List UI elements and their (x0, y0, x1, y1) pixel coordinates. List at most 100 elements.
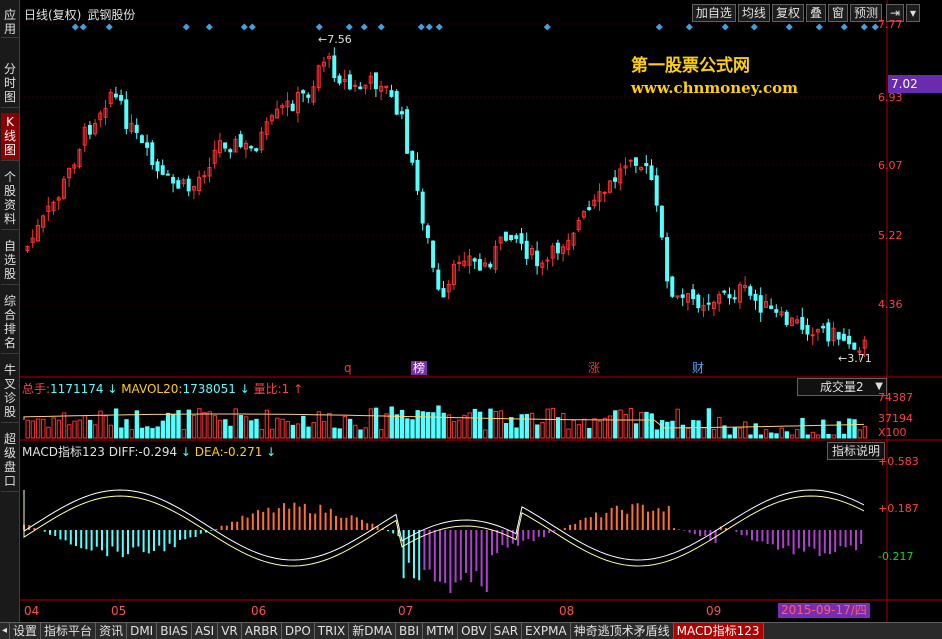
event-diamond-icon (750, 23, 758, 31)
volume-bar (561, 412, 566, 439)
volume-bar (763, 429, 769, 439)
volume-bar (493, 410, 498, 439)
event-diamond-icon (860, 23, 868, 31)
moving-average-button[interactable]: 均线 (737, 4, 770, 22)
volume-bar (847, 418, 852, 439)
tab-vr[interactable]: VR (218, 623, 242, 639)
macd-axis-label: -0.217 (878, 550, 914, 563)
candle-body (488, 263, 493, 268)
volume-total-label: 总手: (22, 382, 51, 396)
candle-body (155, 161, 160, 172)
candle-body (134, 124, 139, 133)
event-marker[interactable]: 涨 (586, 361, 602, 375)
volume-bar (108, 424, 114, 439)
volume-bar (784, 431, 790, 439)
tab-news[interactable]: 资讯 (96, 623, 128, 639)
sidebar-item-watchlist[interactable]: 自选股 (1, 237, 19, 285)
volume-bar (831, 434, 836, 439)
sidebar-item-kline[interactable]: K线图 (1, 113, 19, 161)
tab-sar[interactable]: SAR (491, 623, 523, 639)
sidebar-item-ranking[interactable]: 综合排名 (1, 292, 19, 354)
tab-dpo[interactable]: DPO (282, 623, 315, 639)
sidebar-item-stock-info[interactable]: 个股资料 (1, 168, 19, 230)
event-diamond-icon (71, 23, 79, 31)
volume-bar (607, 415, 613, 439)
volume-bar (743, 421, 748, 439)
adjust-rights-button[interactable]: 复权 (771, 4, 804, 22)
tab-trix[interactable]: TRIX (315, 623, 350, 639)
tab-macd123[interactable]: MACD指标123 (673, 623, 764, 639)
window-button[interactable]: 窗 (827, 4, 848, 22)
sidebar-item-apps[interactable]: 应用 (1, 6, 19, 38)
tab-expma[interactable]: EXPMA (522, 623, 571, 639)
volume-bar (753, 423, 758, 439)
volume-bar (269, 428, 275, 439)
candle-body (176, 180, 181, 189)
tab-obv[interactable]: OBV (458, 623, 491, 639)
volume-bar (727, 434, 732, 439)
volume-bar (737, 427, 743, 439)
volume-bar (436, 405, 441, 439)
indicator-description-button[interactable]: 指标说明 (827, 442, 886, 460)
candle-body (602, 191, 607, 194)
candle-body (628, 159, 633, 162)
volume-bar (238, 415, 244, 439)
overlay-button[interactable]: 叠 (805, 4, 826, 22)
candle-body (306, 94, 311, 98)
volume-indicator-select[interactable]: 成交量2 ▼ (797, 378, 887, 396)
candle-body (649, 165, 654, 180)
event-marker[interactable]: 财 (690, 361, 706, 375)
candle-body (587, 207, 592, 211)
candle-body (145, 142, 150, 148)
sidebar-item-intraday[interactable]: 分时图 (1, 60, 19, 108)
event-marker[interactable]: 榜 (411, 361, 428, 375)
volume-bar (665, 421, 670, 439)
candle-body (441, 288, 446, 298)
candle-body (852, 342, 857, 350)
candle-body (171, 176, 176, 184)
volume-bar (675, 408, 680, 439)
chart-area[interactable]: 日线(复权) 武钢股份 加自选 均线 复权 叠 窗 预测 ⇥ ▾ 第一股票公式网 … (20, 0, 942, 622)
volume-bar (550, 407, 556, 439)
candle-body (758, 295, 763, 313)
sidebar-item-diagnosis[interactable]: 牛叉诊股 (1, 361, 19, 423)
tab-magic-escape[interactable]: 神奇逃顶术矛盾线 (571, 623, 674, 639)
mavol-value: 1738051 (182, 382, 236, 396)
sidebar-item-super-order[interactable]: 超级盘口 (1, 430, 19, 492)
tab-arbr[interactable]: ARBR (242, 623, 282, 639)
volume-bar (93, 424, 98, 439)
volume-bar (623, 413, 628, 439)
tab-settings[interactable]: 设置 (10, 623, 42, 639)
candle-body (659, 205, 664, 238)
tab-bbi[interactable]: BBI (396, 623, 424, 639)
volume-bar (535, 424, 540, 439)
x-axis-label: 09 (706, 604, 722, 618)
volume-bar (394, 414, 400, 439)
tab-asi[interactable]: ASI (192, 623, 219, 639)
candle-body (670, 276, 675, 297)
candle-body (477, 259, 482, 271)
volume-bar (457, 419, 462, 439)
volume-bar (259, 428, 264, 439)
volume-bar (327, 412, 332, 439)
event-diamond-icon (182, 23, 190, 31)
tab-scroll-left-icon[interactable]: ◂ (0, 623, 11, 639)
mavol-label: MAVOL20: (121, 382, 183, 396)
tab-bias[interactable]: BIAS (157, 623, 192, 639)
volume-bar (509, 417, 514, 439)
low-annotation: ←3.71 (838, 352, 872, 365)
candle-body (113, 93, 118, 98)
tab-dmi[interactable]: DMI (127, 623, 158, 639)
event-marker[interactable]: q (342, 361, 354, 375)
tab-indicator-platform[interactable]: 指标平台 (41, 623, 97, 639)
tab-new-dma[interactable]: 新DMA (349, 623, 397, 639)
volume-bar (462, 414, 467, 439)
volume-bar (35, 418, 41, 439)
tab-mtm[interactable]: MTM (423, 623, 459, 639)
volume-bar (295, 423, 301, 439)
candle-body (399, 111, 404, 115)
candle-body (301, 90, 306, 94)
volume-bar (41, 418, 46, 439)
candle-body (665, 237, 670, 282)
add-watchlist-button[interactable]: 加自选 (691, 4, 736, 22)
